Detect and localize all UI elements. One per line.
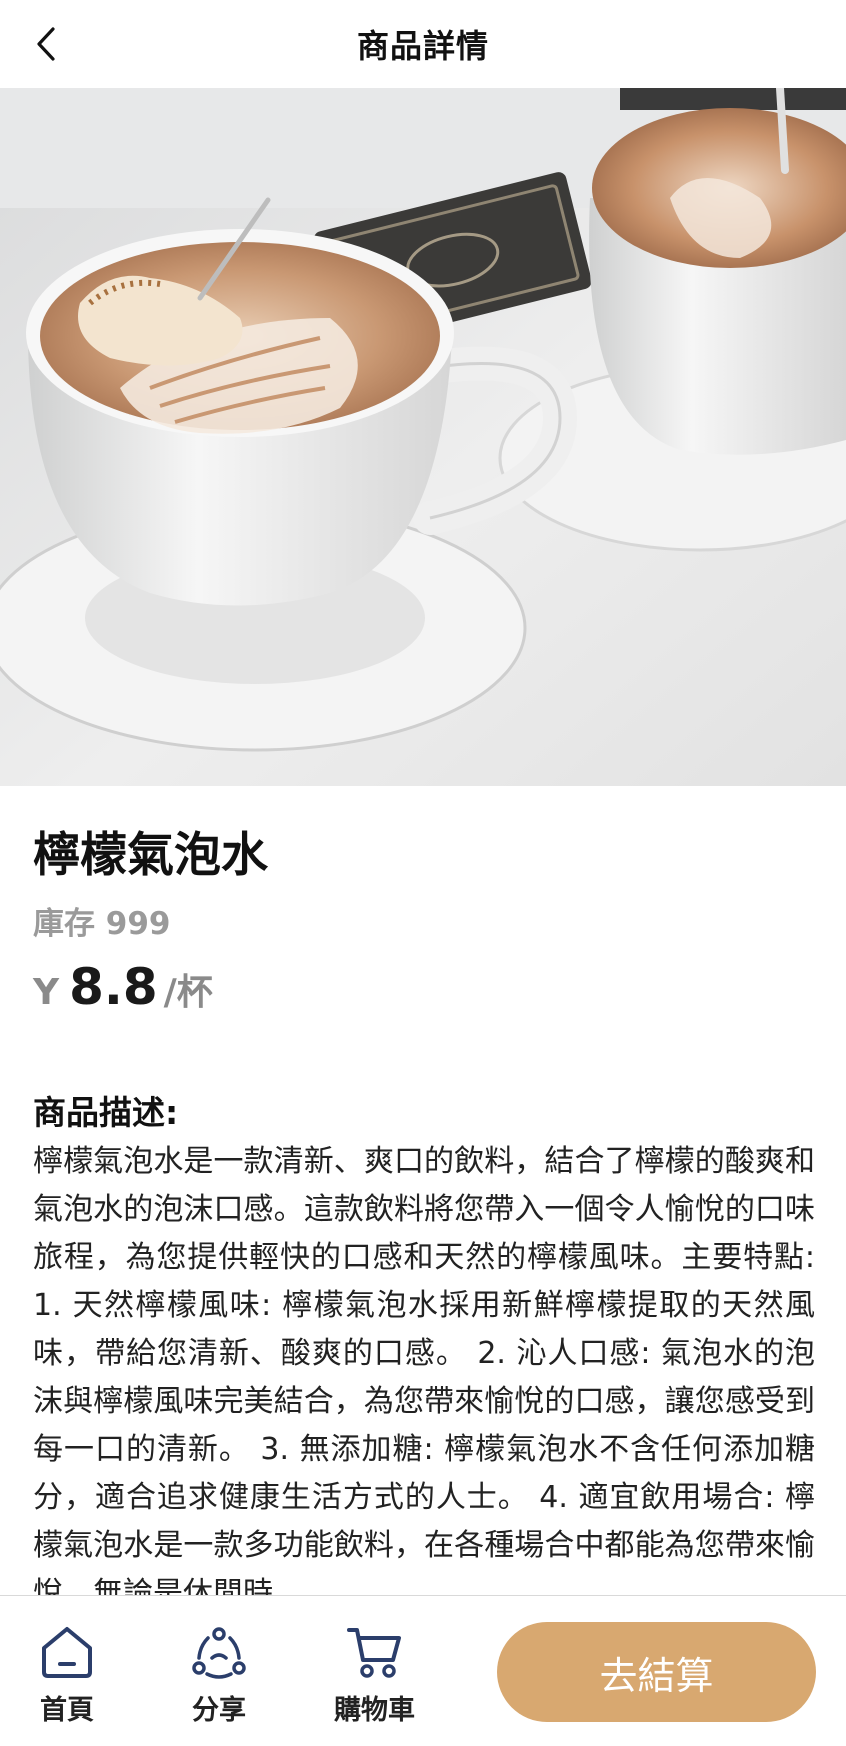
price-unit: /杯 [163,972,213,1013]
description-body: 檸檬氣泡水是一款清新、爽口的飲料，結合了檸檬的酸爽和氣泡水的泡沫口感。這款飲料將… [33,1144,815,1611]
cart-icon [346,1628,401,1678]
product-info: 檸檬氣泡水 庫存 999 Y 8.8 /杯 商品描述: 檸檬氣泡水是一款清新、爽… [33,786,815,1618]
stock-text: 庫存 999 [33,906,171,942]
nav-cart[interactable]: 購物車 [334,1624,415,1727]
product-name: 檸檬氣泡水 [33,828,268,883]
checkout-button[interactable]: 去結算 [497,1622,816,1722]
chevron-left-icon [37,27,55,61]
price-row: Y 8.8 /杯 [33,958,813,1016]
nav-share[interactable]: 分享 [190,1624,248,1727]
nav-home[interactable]: 首頁 [38,1624,96,1727]
bottom-bar: 首頁 分享 購物車 去結算 [0,1595,846,1746]
home-icon [42,1627,92,1678]
share-icon [192,1627,246,1679]
back-button[interactable] [20,16,76,72]
product-image [0,88,846,786]
currency-symbol: Y [33,972,60,1013]
nav-share-label: 分享 [192,1695,246,1726]
top-header: 商品詳情 [0,0,846,88]
nav-cart-label: 購物車 [334,1695,415,1726]
description-title: 商品描述: [33,1093,179,1132]
nav-home-label: 首頁 [40,1695,94,1726]
page-title: 商品詳情 [356,27,489,65]
price-value: 8.8 [69,958,158,1016]
